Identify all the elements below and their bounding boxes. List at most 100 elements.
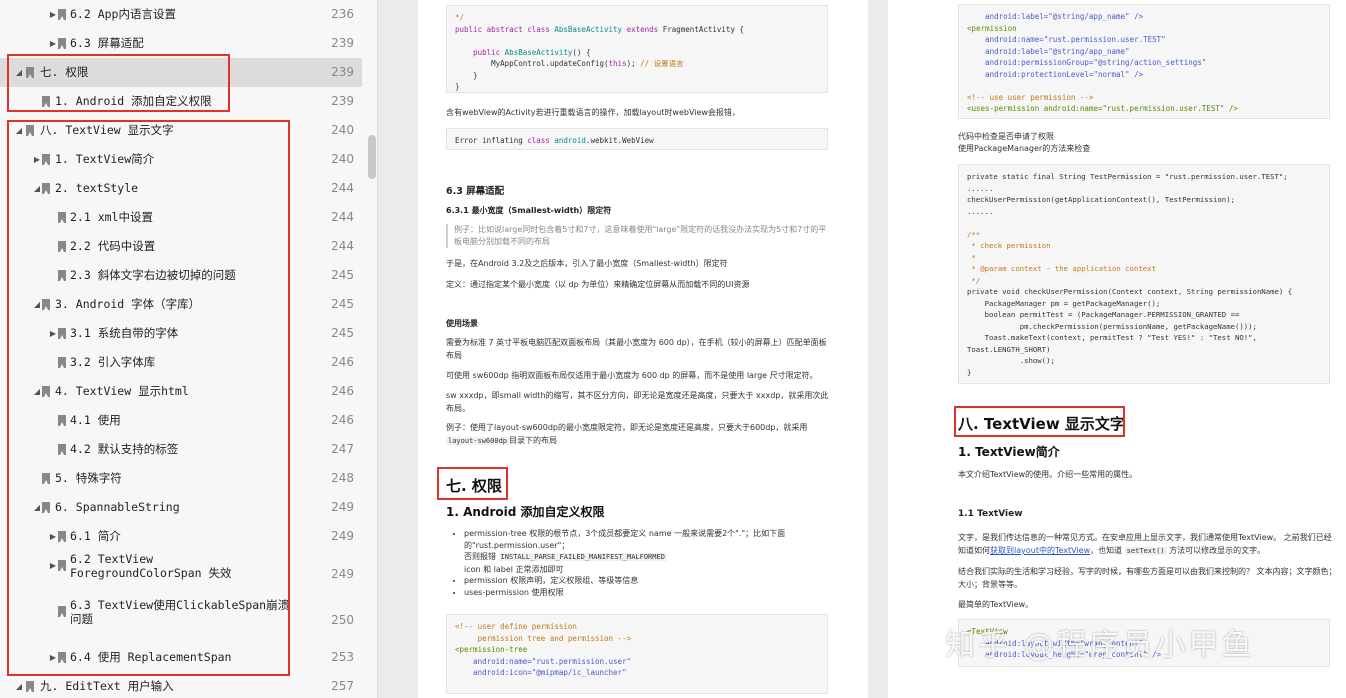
toc-item[interactable]: ▶ 6.1 简介 249: [0, 522, 362, 551]
code-line: private void checkUserPermission(Context…: [967, 287, 1293, 296]
toc-item[interactable]: ▶ 3.1 系统自带的字体 245: [0, 319, 362, 348]
toc-item-label: 3. Android 字体（字库）: [55, 297, 201, 311]
toc-item[interactable]: ◢ 八. TextView 显示文字 240: [0, 116, 362, 145]
bookmark-icon: [26, 681, 34, 692]
toc-item-label: 6.2 App内语言设置: [70, 7, 176, 21]
toc-item[interactable]: ◢ 3. Android 字体（字库） 245: [0, 290, 362, 319]
bookmark-icon: [58, 444, 66, 455]
code-line: private static final String TestPermissi…: [967, 172, 1288, 181]
code-line: permission tree and permission -->: [455, 633, 632, 643]
collapse-arrow-icon[interactable]: ◢: [32, 493, 42, 522]
toc-item-label: 4.1 使用: [70, 413, 121, 427]
toc-item[interactable]: 3.2 引入字体库 246: [0, 348, 362, 377]
code-line: android:label="@string/app_name": [967, 46, 1130, 56]
code-block-error: Error inflating class android.webkit.Web…: [446, 128, 828, 150]
heading-6-3-1: 6.3.1 最小宽度（Smallest-width）限定符: [446, 206, 612, 215]
code-block-permission-tree: <!-- user define permission permission t…: [446, 614, 828, 694]
bookmark-icon: [42, 386, 50, 397]
toc-item-label: 6.2 TextView ForegroundColorSpan 失效: [70, 552, 232, 580]
code-line: android:name="rust.permission.user": [455, 656, 632, 666]
expand-arrow-icon[interactable]: ▶: [32, 145, 42, 174]
toc-item-label: 5. 特殊字符: [55, 471, 122, 485]
toc-item[interactable]: ▶ 1. TextView简介 240: [0, 145, 362, 174]
paragraph-tv-3: 最简单的TextView。: [958, 600, 1034, 609]
toc-item[interactable]: 2.1 xml中设置 244: [0, 203, 362, 232]
toc-item[interactable]: 4.1 使用 246: [0, 406, 362, 435]
collapse-arrow-icon[interactable]: ◢: [32, 377, 42, 406]
collapse-arrow-icon[interactable]: ◢: [32, 290, 42, 319]
code-line: * @param context - the application conte…: [967, 264, 1156, 273]
heading-1-1: 1.1 TextView: [958, 509, 1023, 519]
toc-page-number: 239: [331, 94, 354, 108]
toc-item[interactable]: ◢ 七. 权限 239: [0, 58, 362, 87]
bookmark-icon: [42, 299, 50, 310]
code-line: PackageManager pm = getPackageManager();: [967, 298, 1161, 308]
heading-6-3: 6.3 屏幕适配: [446, 186, 505, 197]
expand-arrow-icon[interactable]: ▶: [48, 29, 58, 58]
toc-item-label: 七. 权限: [40, 65, 89, 79]
bullet-1-note: icon 和 label 正常添加即可: [464, 564, 564, 574]
expand-arrow-icon[interactable]: ▶: [48, 0, 58, 29]
toc-item[interactable]: 2.3 斜体文字右边被切掉的问题 245: [0, 261, 362, 290]
heading-textview-intro: 1. TextView简介: [958, 445, 1060, 459]
bookmark-icon: [42, 154, 50, 165]
toc-item[interactable]: 4.2 默认支持的标签 247: [0, 435, 362, 464]
paragraph-tv-1: 文字，是我们传达信息的一种常见方式。在安卓应用上显示文字，我们通常使用TextV…: [958, 531, 1338, 558]
toc-item-label: 八. TextView 显示文字: [40, 123, 174, 137]
page-right: android:label="@string/app_name" /> <per…: [888, 0, 1346, 698]
toc-sidebar: ▶ 6.2 App内语言设置 236 ▶ 6.3 屏幕适配 239 ◢ 七. 权限 239 1. …: [0, 0, 378, 698]
expand-arrow-icon[interactable]: ▶: [48, 551, 58, 580]
collapse-arrow-icon[interactable]: ◢: [14, 58, 24, 87]
code-line: android:icon="@mipmap/ic_launcher": [455, 668, 627, 677]
code-line: android:protectionLevel="normal" />: [967, 69, 1144, 79]
bookmark-icon: [42, 502, 50, 513]
toc-item[interactable]: 6.3 TextView使用ClickableSpan崩溃问题 250: [0, 597, 362, 643]
toc-item[interactable]: ▶ 6.2 App内语言设置 236: [0, 0, 362, 29]
collapse-arrow-icon[interactable]: ◢: [14, 672, 24, 698]
expand-arrow-icon[interactable]: ▶: [48, 319, 58, 348]
toc-item[interactable]: ◢ 2. textStyle 244: [0, 174, 362, 203]
expand-arrow-icon[interactable]: ▶: [48, 643, 58, 672]
inline-code: layout-sw600dp: [446, 437, 510, 445]
textview-link[interactable]: 获取到layout中的TextView: [990, 546, 1090, 555]
bookmark-icon: [58, 241, 66, 252]
toc-scrollbar[interactable]: [368, 135, 376, 179]
toc-item[interactable]: ▶ 6.3 屏幕适配 239: [0, 29, 362, 58]
paragraph-5: sw xxxdp，即small width的缩写，其不区分方向，即无论是宽度还是…: [446, 391, 829, 413]
collapse-arrow-icon[interactable]: ◢: [14, 116, 24, 145]
toc-page-number: 246: [331, 384, 354, 398]
toc-page-number: 244: [331, 239, 354, 253]
paragraph-6-text: 例子：使用了layout-sw600dp的最小宽度限定符，即无论是宽度还是高度，…: [446, 423, 808, 432]
bookmark-icon: [26, 67, 34, 78]
heading-textview: 八. TextView 显示文字: [958, 415, 1125, 433]
code-line: <!-- use user permission -->: [967, 92, 1094, 102]
code-line: <!-- user define permission: [455, 622, 577, 631]
bookmark-icon: [58, 415, 66, 426]
toc-item[interactable]: ◢ 九. EditText 用户输入 257: [0, 672, 362, 698]
toc-item-label: 6.3 TextView使用ClickableSpan崩溃问题: [70, 598, 290, 626]
paragraph-6: 例子：使用了layout-sw600dp的最小宽度限定符，即无论是宽度还是高度，…: [446, 421, 836, 448]
watermark: 知乎 @程序员小甲鱼: [945, 628, 1255, 663]
collapse-arrow-icon[interactable]: ◢: [32, 174, 42, 203]
code-line: checkUserPermission(getApplicationContex…: [967, 195, 1235, 204]
expand-arrow-icon[interactable]: ▶: [48, 522, 58, 551]
toc-item-label: 4. TextView 显示html: [55, 384, 189, 398]
toc-item[interactable]: ◢ 6. SpannableString 249: [0, 493, 362, 522]
toc-item[interactable]: ▶ 6.2 TextView ForegroundColorSpan 失效 249: [0, 551, 362, 597]
toc-item[interactable]: 5. 特殊字符 248: [0, 464, 362, 493]
toc-page-number: 249: [331, 500, 354, 514]
heading-add-permission: 1. Android 添加自定义权限: [446, 505, 605, 519]
toc-item[interactable]: 1. Android 添加自定义权限 239: [0, 87, 362, 116]
toc-item[interactable]: ◢ 4. TextView 显示html 246: [0, 377, 362, 406]
paragraph-2: 定义：通过指定某个最小宽度（以 dp 为单位）来精确定位屏幕从而加载不同的UI资…: [446, 280, 750, 289]
toc-item-label: 3.1 系统自带的字体: [70, 326, 179, 340]
toc-item[interactable]: 2.2 代码中设置 244: [0, 232, 362, 261]
bookmark-icon: [58, 560, 66, 571]
paragraph-webview: 含有webView的Activity若进行重载语言的操作，加载layout时we…: [446, 108, 740, 117]
toc-page-number: 245: [331, 268, 354, 282]
code-line: *: [967, 252, 976, 262]
toc-item[interactable]: ▶ 6.4 使用 ReplacementSpan 253: [0, 643, 362, 672]
toc-item-label: 1. TextView简介: [55, 152, 155, 166]
list-item: uses-permission 使用权限: [464, 587, 822, 599]
toc-page-number: 244: [331, 210, 354, 224]
